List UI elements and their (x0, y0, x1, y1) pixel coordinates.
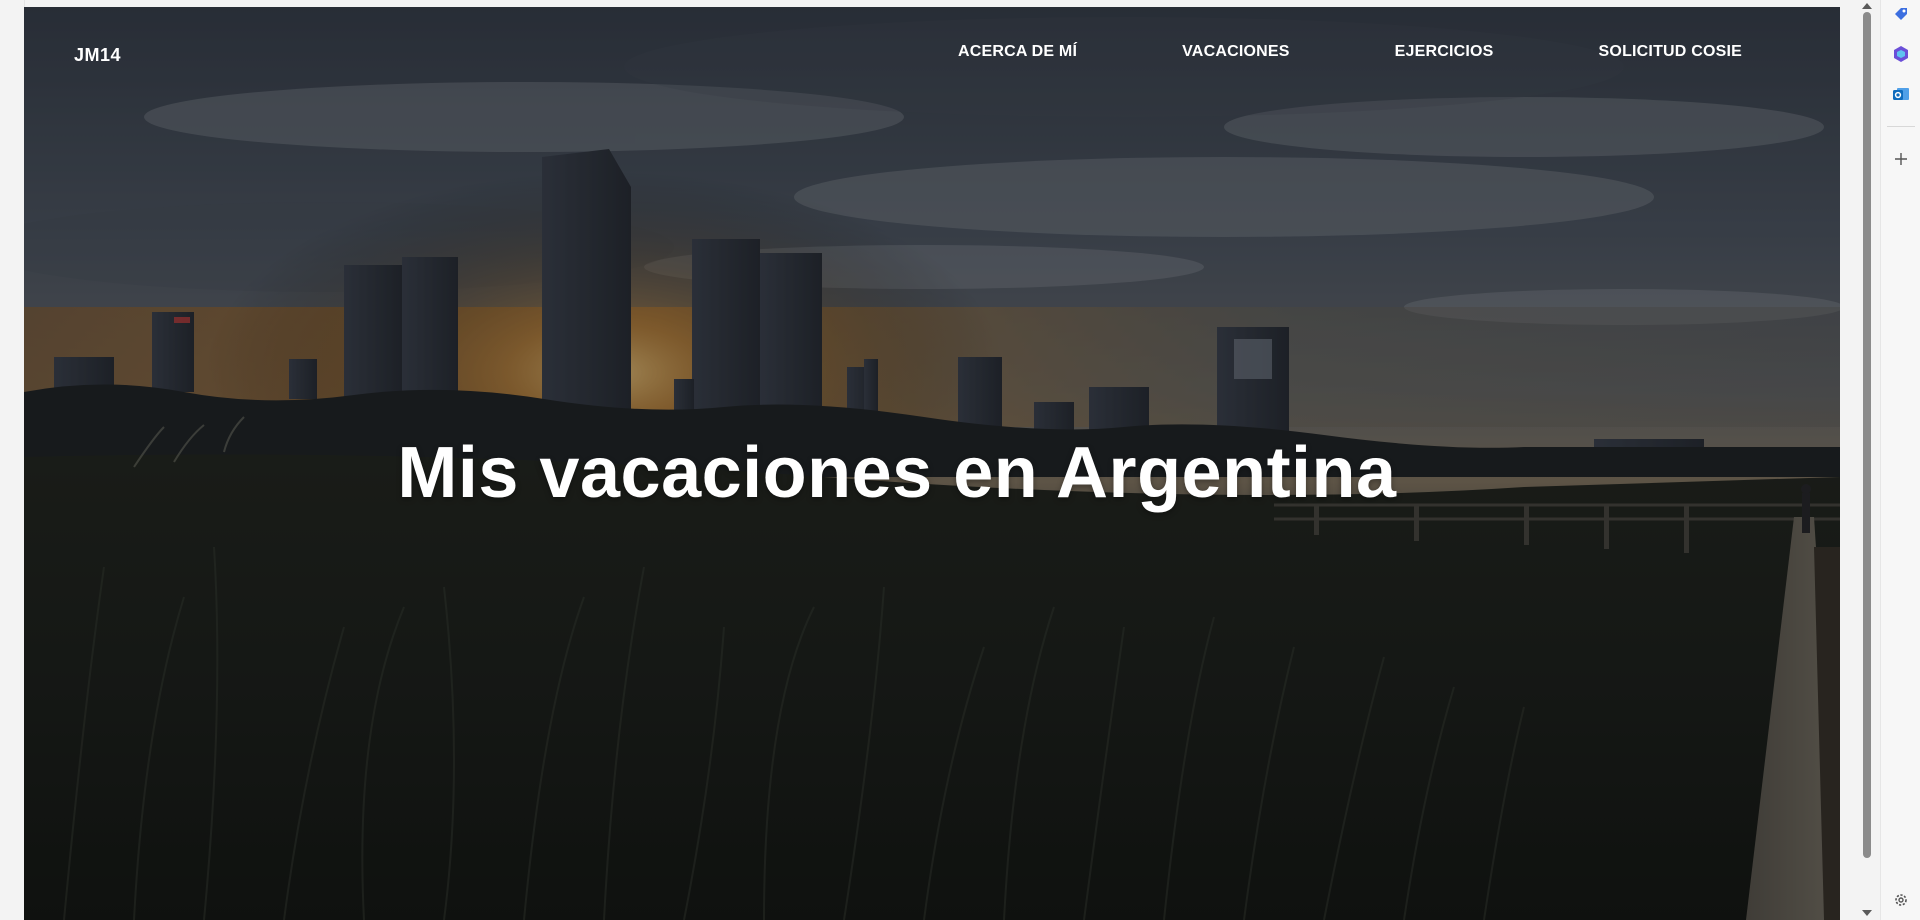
nav-link-ejercicios[interactable]: EJERCICIOS (1395, 43, 1494, 61)
top-navbar: JM14 ACERCA DE MÍ VACACIONES EJERCICIOS … (24, 7, 1840, 97)
nav-link-solicitud-cosie[interactable]: SOLICITUD COSIE (1599, 43, 1742, 61)
page-viewport: JM14 ACERCA DE MÍ VACACIONES EJERCICIOS … (24, 7, 1840, 920)
scroll-down-arrow-icon[interactable] (1862, 910, 1872, 916)
outlook-icon[interactable] (1889, 82, 1913, 106)
brand-logo[interactable]: JM14 (74, 45, 121, 66)
scrollbar-thumb[interactable] (1863, 12, 1871, 858)
settings-icon[interactable] (1889, 888, 1913, 912)
sidebar-separator (1887, 126, 1915, 127)
scroll-up-arrow-icon[interactable] (1862, 3, 1872, 9)
nav-link-vacaciones[interactable]: VACACIONES (1182, 43, 1290, 61)
hero-title: Mis vacaciones en Argentina (397, 433, 1397, 513)
browser-sidebar (1880, 0, 1920, 920)
tag-icon[interactable] (1889, 2, 1913, 26)
nav-links: ACERCA DE MÍ VACACIONES EJERCICIOS SOLIC… (958, 43, 1742, 61)
copilot-icon[interactable] (1889, 42, 1913, 66)
browser-left-edge (0, 0, 25, 920)
add-icon[interactable] (1889, 147, 1913, 171)
nav-link-acerca-de-mi[interactable]: ACERCA DE MÍ (958, 43, 1077, 61)
page-scrollbar[interactable] (1858, 0, 1876, 920)
